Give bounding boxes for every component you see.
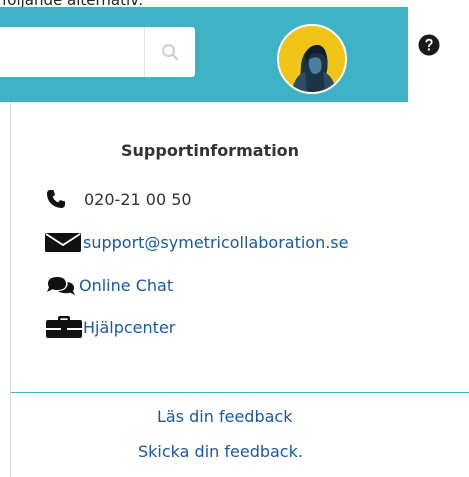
avatar-image (279, 26, 345, 92)
help-center-link[interactable]: Hjälpcenter (83, 318, 175, 337)
panel-divider (11, 392, 469, 393)
send-feedback-link[interactable]: Skicka din feedback. (138, 442, 303, 461)
online-chat-link[interactable]: Online Chat (79, 276, 173, 295)
support-phone-number: 020-21 00 50 (84, 189, 192, 209)
support-email-row[interactable]: support@symetricollaboration.se (45, 229, 348, 255)
search-button[interactable] (145, 27, 195, 77)
phone-icon (46, 190, 65, 208)
read-feedback-link[interactable]: Läs din feedback (157, 407, 292, 426)
support-helpcenter-row[interactable]: Hjälpcenter (45, 314, 175, 340)
support-email-link[interactable]: support@symetricollaboration.se (83, 233, 348, 252)
search-input[interactable] (0, 27, 152, 77)
search-icon (162, 44, 179, 61)
support-title: Supportinformation (121, 141, 300, 160)
top-header-bar (0, 7, 408, 102)
chat-icon (47, 277, 75, 295)
support-dropdown-panel: Supportinformation 020-21 00 50 support@… (10, 102, 469, 477)
briefcase-icon (46, 316, 82, 338)
user-avatar[interactable] (277, 24, 347, 94)
support-phone-row: 020-21 00 50 (45, 186, 192, 212)
support-chat-row[interactable]: Online Chat (45, 272, 173, 298)
envelope-icon (45, 233, 81, 252)
search-field[interactable] (0, 27, 195, 77)
question-circle-icon[interactable] (418, 34, 440, 56)
